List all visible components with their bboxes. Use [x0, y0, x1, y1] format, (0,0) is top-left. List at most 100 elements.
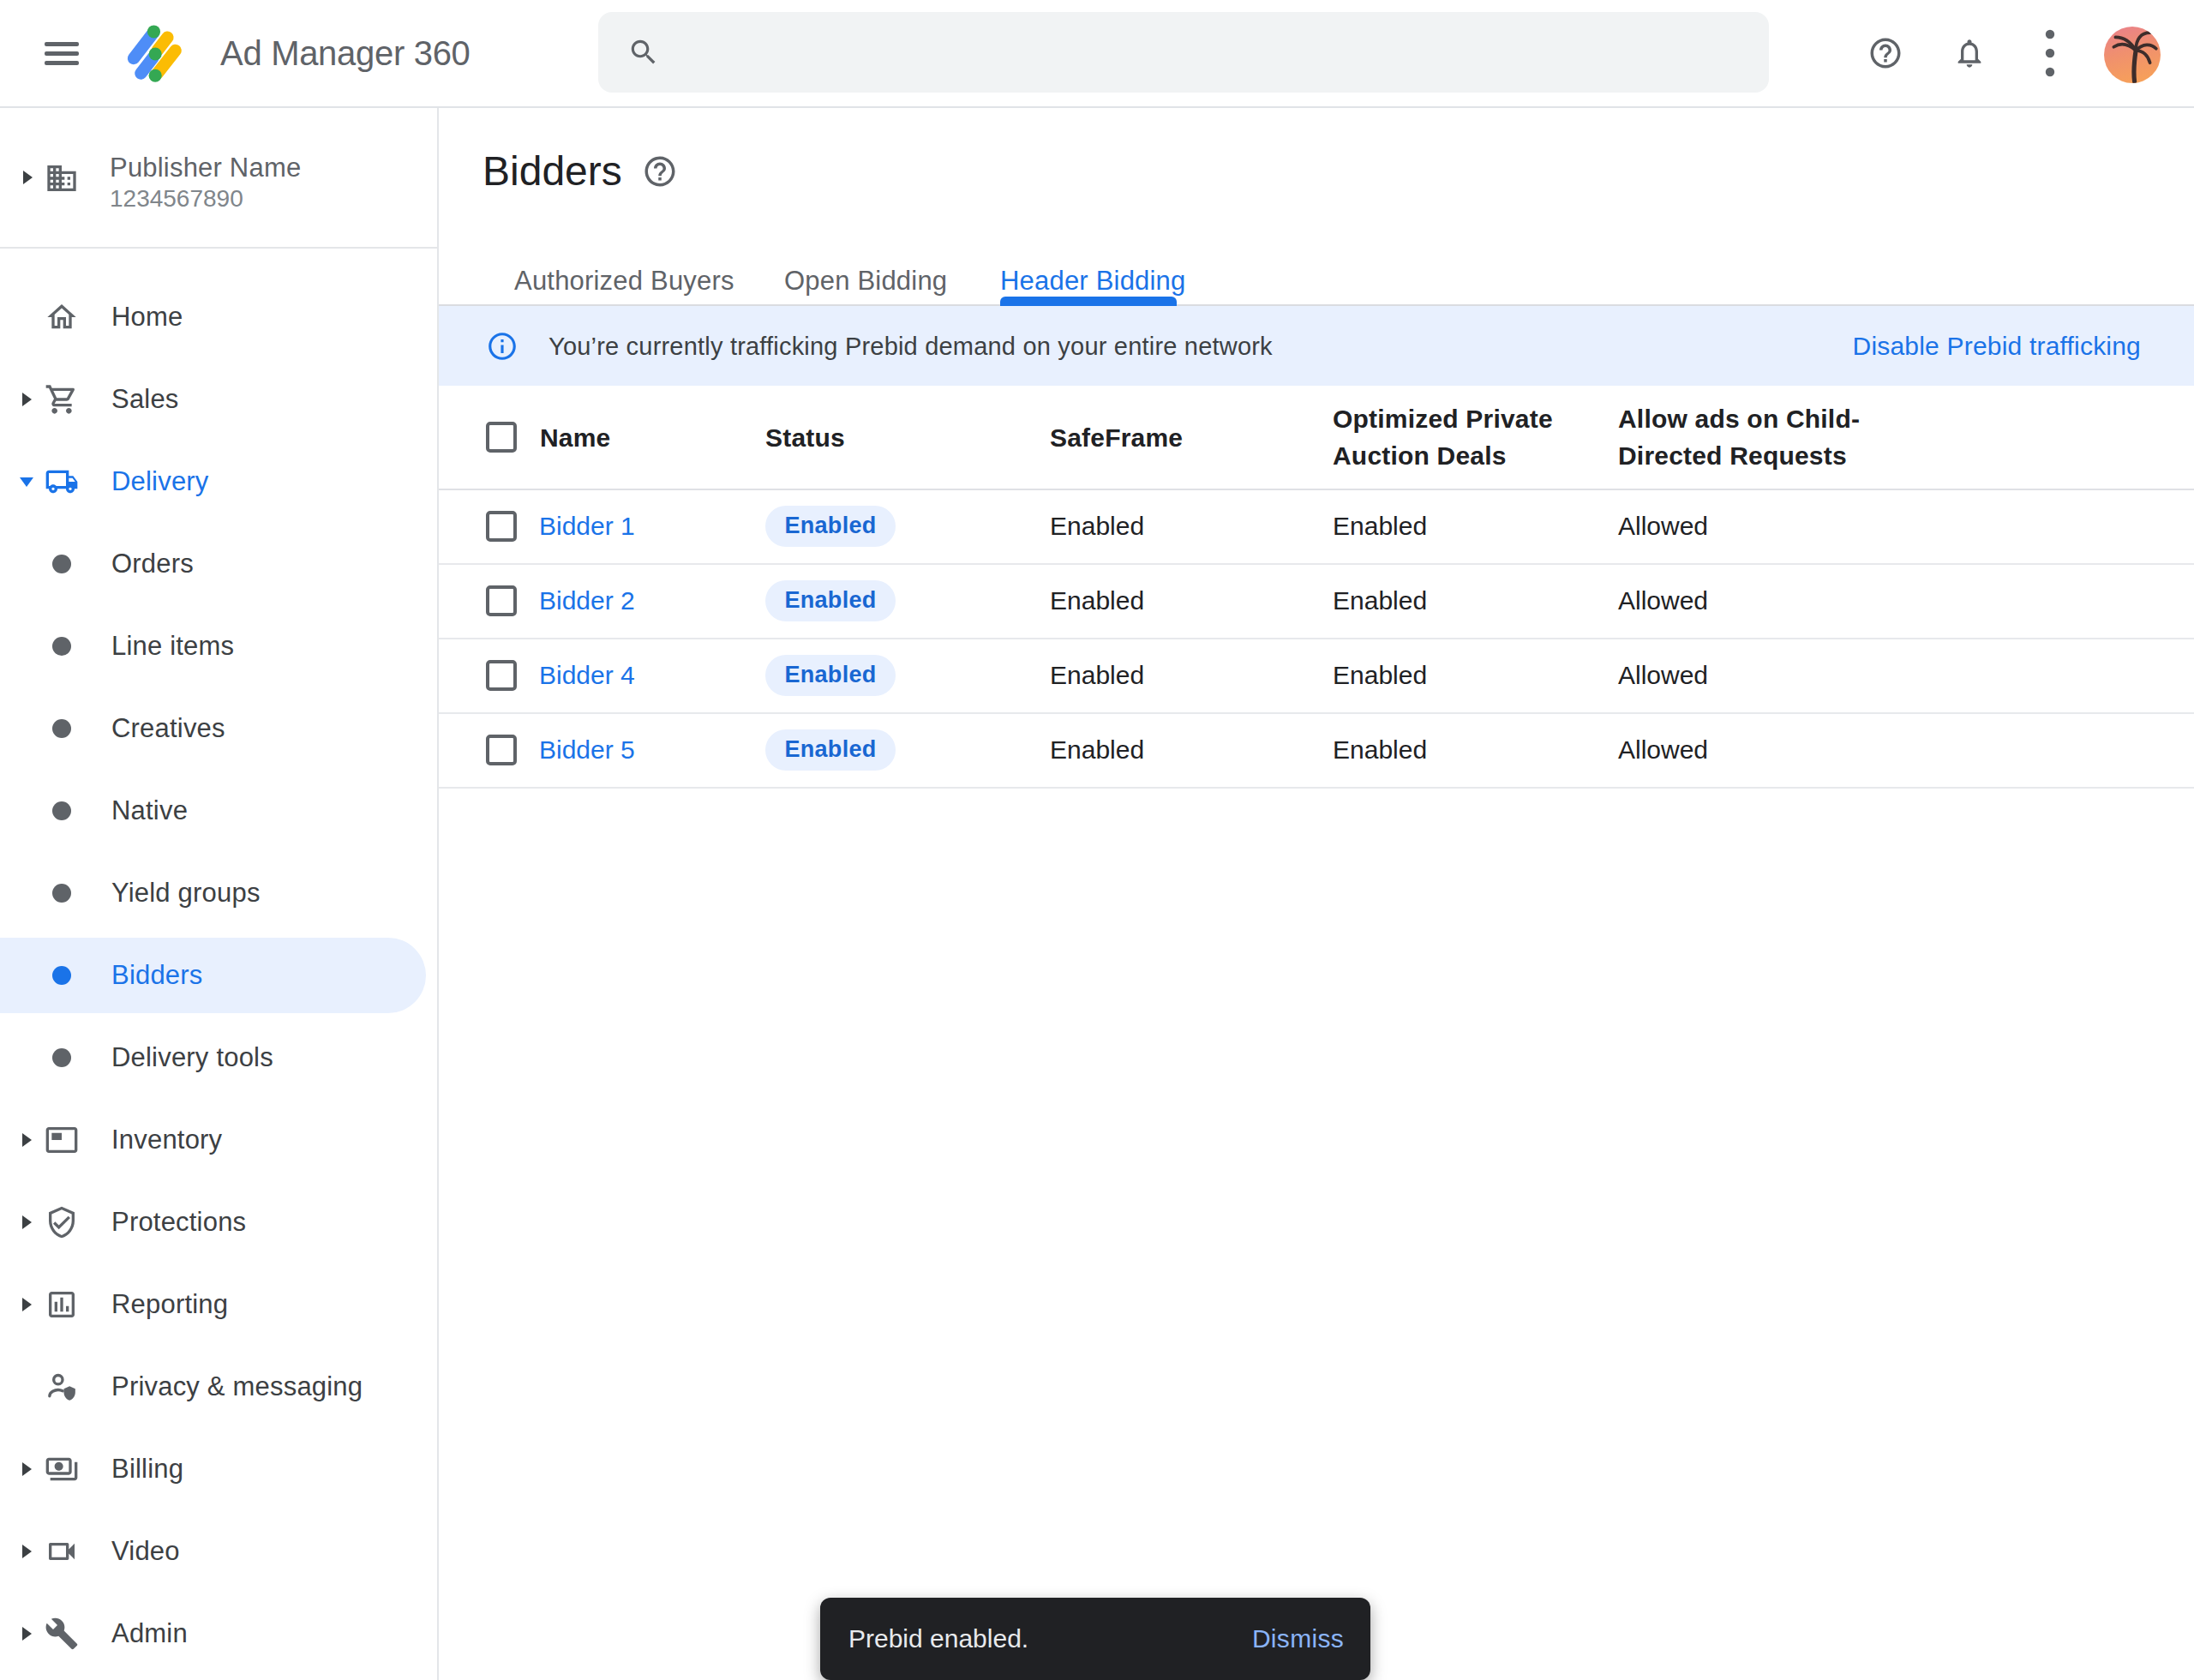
column-header-optimized-private-auction-deals[interactable]: Optimized PrivateAuction Deals: [1333, 400, 1553, 474]
inventory-icon: [45, 1123, 79, 1157]
safeframe-value: Enabled: [1050, 512, 1144, 541]
sidebar-item-creatives[interactable]: Creatives: [0, 687, 437, 770]
help-button[interactable]: [1867, 0, 1904, 106]
opad-value: Enabled: [1333, 735, 1427, 765]
bullet-icon: [52, 801, 71, 820]
row-checkbox[interactable]: [486, 660, 517, 691]
app-title: Ad Manager 360: [220, 0, 471, 106]
dismiss-button[interactable]: Dismiss: [1252, 1624, 1344, 1653]
opad-value: Enabled: [1333, 512, 1427, 541]
page-title: Bidders: [483, 147, 622, 195]
row-checkbox[interactable]: [486, 511, 517, 542]
search-bar[interactable]: [598, 12, 1769, 93]
child-directed-value: Allowed: [1618, 661, 1708, 690]
publisher-id: 1234567890: [110, 185, 243, 213]
sidebar-item-billing[interactable]: Billing: [0, 1428, 437, 1510]
help-icon: [1867, 35, 1903, 71]
sidebar-item-video[interactable]: Video: [0, 1510, 437, 1593]
notifications-button[interactable]: [1951, 0, 1987, 106]
person-shield-icon: [45, 1370, 79, 1404]
column-header-safeframe[interactable]: SafeFrame: [1050, 419, 1183, 456]
building-icon: [45, 161, 79, 195]
sidebar-item-sales[interactable]: Sales: [0, 358, 437, 441]
chevron-right-icon: [22, 1627, 32, 1641]
sidebar-item-yield-groups[interactable]: Yield groups: [0, 852, 437, 934]
select-all-checkbox[interactable]: [486, 422, 517, 453]
sidebar-item-inventory[interactable]: Inventory: [0, 1099, 437, 1181]
tab-header-bidding[interactable]: Header Bidding: [1000, 262, 1186, 300]
banner-message: You’re currently trafficking Prebid dema…: [548, 332, 1273, 360]
column-header-child-directed[interactable]: Allow ads on Child-Directed Requests: [1618, 400, 1860, 474]
child-directed-value: Allowed: [1618, 586, 1708, 615]
child-directed-value: Allowed: [1618, 512, 1708, 541]
row-checkbox[interactable]: [486, 735, 517, 765]
safeframe-value: Enabled: [1050, 586, 1144, 615]
search-input[interactable]: [680, 36, 1769, 69]
home-icon: [45, 300, 79, 334]
avatar[interactable]: [2104, 27, 2161, 83]
sidebar-item-reporting[interactable]: Reporting: [0, 1263, 437, 1346]
video-camera-icon: [45, 1534, 79, 1569]
info-icon: [486, 330, 519, 363]
sidebar-item-protections[interactable]: Protections: [0, 1181, 437, 1263]
table-row: Bidder 5 Enabled Enabled Enabled Allowed: [439, 712, 2194, 789]
sidebar-item-delivery[interactable]: Delivery: [0, 441, 437, 523]
snackbar-message: Prebid enabled.: [848, 1624, 1028, 1653]
bidder-link[interactable]: Bidder 5: [539, 735, 635, 765]
sidebar-item-admin[interactable]: Admin: [0, 1593, 437, 1675]
status-badge: Enabled: [765, 655, 896, 696]
chevron-right-icon: [22, 1462, 32, 1476]
cart-icon: [45, 382, 79, 417]
tab-authorized-buyers[interactable]: Authorized Buyers: [514, 262, 734, 300]
table-row: Bidder 2 Enabled Enabled Enabled Allowed: [439, 563, 2194, 639]
opad-value: Enabled: [1333, 661, 1427, 690]
search-icon: [627, 36, 660, 69]
child-directed-value: Allowed: [1618, 735, 1708, 765]
sidebar-menu: Home Sales Delivery Orders Line items: [0, 249, 437, 1675]
shield-icon: [45, 1205, 79, 1239]
table-row: Bidder 1 Enabled Enabled Enabled Allowed: [439, 489, 2194, 565]
bar-chart-icon: [45, 1287, 79, 1322]
sidebar-nav: Publisher Name 1234567890 Home Sales Del…: [0, 108, 439, 1680]
palm-tree-image: [2104, 27, 2161, 83]
info-banner: You’re currently trafficking Prebid dema…: [439, 306, 2194, 386]
bidder-link[interactable]: Bidder 4: [539, 661, 635, 690]
opad-value: Enabled: [1333, 586, 1427, 615]
chevron-down-icon: [20, 477, 33, 487]
row-checkbox[interactable]: [486, 585, 517, 616]
payments-icon: [45, 1452, 79, 1486]
menu-icon[interactable]: [45, 42, 79, 66]
help-icon[interactable]: [642, 153, 678, 189]
sidebar-item-delivery-tools[interactable]: Delivery tools: [0, 1017, 437, 1099]
sidebar-item-orders[interactable]: Orders: [0, 523, 437, 605]
top-app-bar: Ad Manager 360: [0, 0, 2194, 108]
column-header-name[interactable]: Name: [540, 419, 611, 456]
sidebar-item-privacy-messaging[interactable]: Privacy & messaging: [0, 1346, 437, 1428]
bidder-link[interactable]: Bidder 1: [539, 512, 635, 541]
publisher-selector[interactable]: Publisher Name 1234567890: [0, 108, 439, 249]
chevron-right-icon: [22, 1545, 32, 1558]
more-options-button[interactable]: [2038, 0, 2062, 106]
bullet-icon: [52, 966, 71, 985]
tab-open-bidding[interactable]: Open Bidding: [784, 262, 947, 300]
sidebar-item-home[interactable]: Home: [0, 276, 437, 358]
chevron-right-icon: [22, 393, 32, 406]
three-dot-menu-icon: [2038, 26, 2062, 81]
column-header-status[interactable]: Status: [765, 419, 845, 456]
bidder-link[interactable]: Bidder 2: [539, 586, 635, 615]
publisher-name: Publisher Name: [110, 153, 301, 183]
sidebar-item-native[interactable]: Native: [0, 770, 437, 852]
chevron-right-icon: [22, 1133, 32, 1147]
disable-prebid-link[interactable]: Disable Prebid trafficking: [1853, 332, 2141, 361]
snackbar: Prebid enabled. Dismiss: [820, 1598, 1370, 1680]
ad-manager-logo-icon: [120, 18, 192, 90]
safeframe-value: Enabled: [1050, 735, 1144, 765]
sidebar-item-line-items[interactable]: Line items: [0, 605, 437, 687]
status-badge: Enabled: [765, 506, 896, 547]
wrench-icon: [45, 1617, 79, 1651]
chevron-right-icon: [22, 1215, 32, 1229]
chevron-right-icon: [23, 171, 33, 184]
bullet-icon: [52, 637, 71, 656]
truck-icon: [45, 465, 79, 499]
sidebar-item-bidders[interactable]: Bidders: [0, 934, 437, 1017]
